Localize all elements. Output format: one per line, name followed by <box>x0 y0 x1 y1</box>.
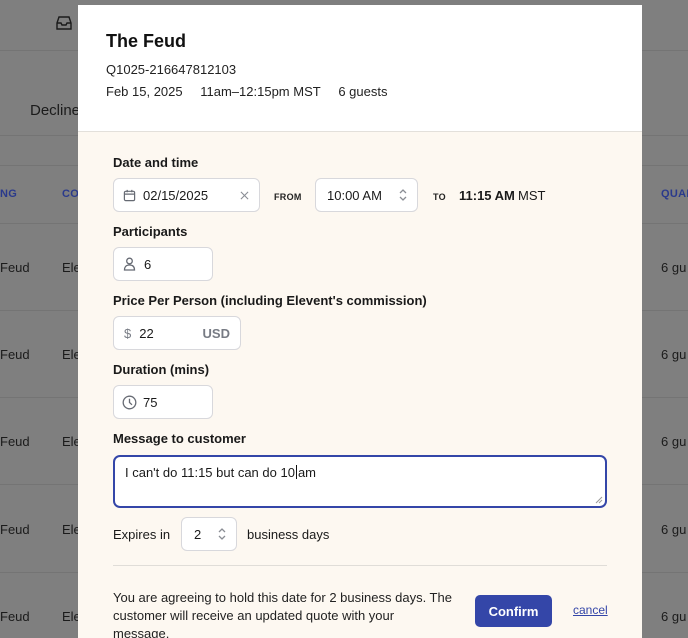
modal-header: The Feud Q1025-216647812103 Feb 15, 2025… <box>78 5 642 132</box>
price-value: 22 <box>139 325 154 341</box>
update-quote-modal: The Feud Q1025-216647812103 Feb 15, 2025… <box>78 5 642 638</box>
duration-label: Duration (mins) <box>113 362 210 377</box>
to-label: TO <box>433 192 446 202</box>
table-cell: Feud <box>0 522 30 537</box>
date-time-label: Date and time <box>113 155 199 170</box>
divider <box>113 565 607 566</box>
expires-select[interactable]: 2 <box>181 517 237 551</box>
table-cell: 6 gu <box>661 347 687 362</box>
message-text-after-caret: am <box>297 465 316 480</box>
participants-label: Participants <box>113 224 188 239</box>
column-header[interactable]: CO <box>62 188 79 200</box>
to-time-value: 11:15 AM <box>459 188 515 203</box>
hold-notice: You are agreeing to hold this date for 2… <box>113 590 452 638</box>
cancel-link[interactable]: cancel <box>573 603 608 617</box>
table-cell: 6 gu <box>661 434 687 449</box>
clear-icon[interactable] <box>240 191 249 200</box>
date-value: 02/15/2025 <box>143 187 209 203</box>
from-time-value: 10:00 AM <box>327 187 382 203</box>
chevron-updown-icon <box>218 527 226 541</box>
booking-guests: 6 guests <box>338 84 388 99</box>
booking-time-range: 11am–12:15pm MST <box>200 84 321 99</box>
table-cell: 6 gu <box>661 609 687 624</box>
confirm-button[interactable]: Confirm <box>475 595 552 627</box>
message-textarea[interactable]: I can't do 11:15 but can do 10 am <box>113 455 607 508</box>
clock-icon <box>122 395 137 410</box>
modal-title: The Feud <box>106 31 186 51</box>
chevron-updown-icon <box>399 188 407 202</box>
booking-summary: Feb 15, 2025 11am–12:15pm MST 6 guests <box>106 81 614 103</box>
column-header[interactable]: NG <box>0 188 17 200</box>
timezone: MST <box>518 188 546 203</box>
duration-input[interactable]: 75 <box>113 385 213 419</box>
from-label: FROM <box>274 192 302 202</box>
participants-input[interactable]: 6 <box>113 247 213 281</box>
table-cell: 6 gu <box>661 260 687 275</box>
quote-id: Q1025-216647812103 <box>106 62 237 77</box>
table-cell: Feud <box>0 434 30 449</box>
table-cell: Feud <box>0 609 30 624</box>
expires-prefix: Expires in <box>113 527 171 542</box>
person-icon <box>123 257 136 271</box>
from-time-select[interactable]: 10:00 AM <box>315 178 418 212</box>
duration-value: 75 <box>143 394 158 410</box>
price-label: Price Per Person (including Elevent's co… <box>113 293 427 308</box>
text-caret <box>295 465 297 479</box>
table-cell: Feud <box>0 347 30 362</box>
message-label: Message to customer <box>113 431 246 446</box>
resize-handle-icon[interactable] <box>595 496 603 504</box>
expires-value: 2 <box>194 526 202 542</box>
table-cell: Feud <box>0 260 30 275</box>
inbox-icon[interactable] <box>55 15 73 31</box>
expires-suffix: business days <box>247 527 330 542</box>
date-field[interactable]: 02/15/2025 <box>113 178 260 212</box>
column-header[interactable]: QUAN <box>661 188 688 200</box>
decline-heading: Decline <box>30 102 81 119</box>
price-input[interactable]: $ 22 USD <box>113 316 241 350</box>
booking-date: Feb 15, 2025 <box>106 84 183 99</box>
message-text-before-caret: I can't do 11:15 but can do 10 <box>125 465 295 480</box>
dollar-icon: $ <box>124 325 132 341</box>
participants-value: 6 <box>144 256 152 272</box>
calendar-icon <box>123 189 136 202</box>
table-cell: 6 gu <box>661 522 687 537</box>
currency-label: USD <box>202 325 230 341</box>
